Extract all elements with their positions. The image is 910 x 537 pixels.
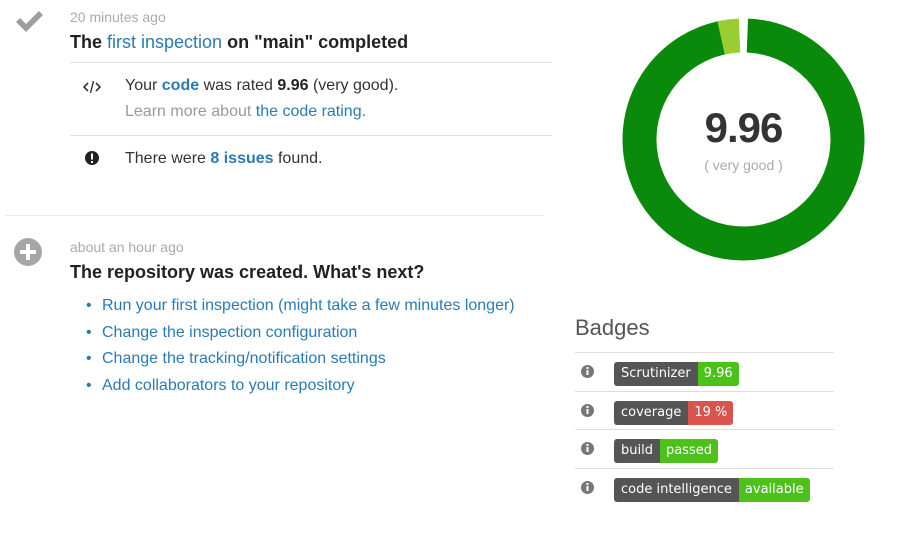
rating-score: 9.96 [277,77,309,94]
first-inspection-link[interactable]: first inspection [107,32,222,52]
list-item: • Change the inspection configuration [86,323,515,350]
bullet: • [86,350,92,367]
scrutinizer-badge[interactable]: Scrutinizer 9.96 [614,362,739,386]
list-item: • Change the tracking/notification settin… [86,349,515,376]
code-rating-link[interactable]: the code rating. [256,103,366,120]
event-title-prefix: The [70,32,108,52]
badge-key: Scrutinizer [614,362,698,386]
issues-text: There were 8 issues found. [125,150,322,168]
bullet: • [86,323,92,341]
info-icon[interactable] [580,364,595,379]
event-timestamp: about an hour ago [70,239,184,255]
list-item: • Add collaborators to your repository [86,376,515,403]
score-label: ( very good ) [704,157,783,173]
badge-key: build [614,439,660,463]
run-inspection-link[interactable]: Run your first inspection (might take a … [102,297,515,314]
build-badge[interactable]: build passed [614,439,718,463]
badge-value: passed [659,439,718,463]
divider [70,135,552,136]
code-intelligence-badge[interactable]: code intelligence available [614,478,810,502]
badges-heading: Badges [575,315,650,340]
rating-text: Your code was rated 9.96 (very good). [125,77,398,95]
event-title: The repository was created. What's next? [70,262,425,282]
badge-row: coverage 19 % [575,391,834,430]
add-collaborators-link[interactable]: Add collaborators to your repository [102,377,355,394]
badge-key: code intelligence [614,478,739,502]
info-icon[interactable] [580,480,595,495]
event-timestamp: 20 minutes ago [70,9,166,25]
coverage-badge[interactable]: coverage 19 % [614,401,734,425]
learn-more-text: Learn more about the code rating. [125,103,366,121]
issues-link[interactable]: 8 issues [210,150,273,167]
event-title-suffix: on "main" completed [222,32,409,52]
badge-value: 19 % [688,401,734,425]
plus-circle-icon [13,237,43,267]
event-separator [5,215,543,216]
rating-prefix: Your [125,77,162,94]
info-icon[interactable] [580,403,595,418]
issues-suffix: found. [273,150,323,167]
info-icon[interactable] [580,441,595,456]
badge-key: coverage [614,401,689,425]
learn-more-prefix: Learn more about [125,103,256,120]
next-steps-list: • Run your first inspection (might take a… [86,296,515,402]
exclamation-icon [84,150,102,168]
notification-settings-link[interactable]: Change the tracking/notification setting… [102,350,386,367]
divider [70,62,552,63]
badge-value: 9.96 [697,362,739,386]
code-link[interactable]: code [162,77,199,94]
list-item: • Run your first inspection (might take a… [86,296,515,323]
score-value: 9.96 [704,104,784,151]
badge-row: Scrutinizer 9.96 [575,352,834,391]
bullet: • [86,376,92,394]
badge-row: build passed [575,429,834,468]
badge-row: code intelligence available [575,468,834,507]
issues-prefix: There were [125,150,211,167]
bullet: • [86,297,92,314]
rating-suffix: (very good). [308,77,399,94]
rating-middle: was rated [199,77,278,94]
inspection-config-link[interactable]: Change the inspection configuration [102,324,357,341]
event-title: The first inspection on "main" completed [70,32,408,53]
code-icon [82,78,102,96]
check-icon [14,8,44,38]
badge-value: available [738,478,810,502]
